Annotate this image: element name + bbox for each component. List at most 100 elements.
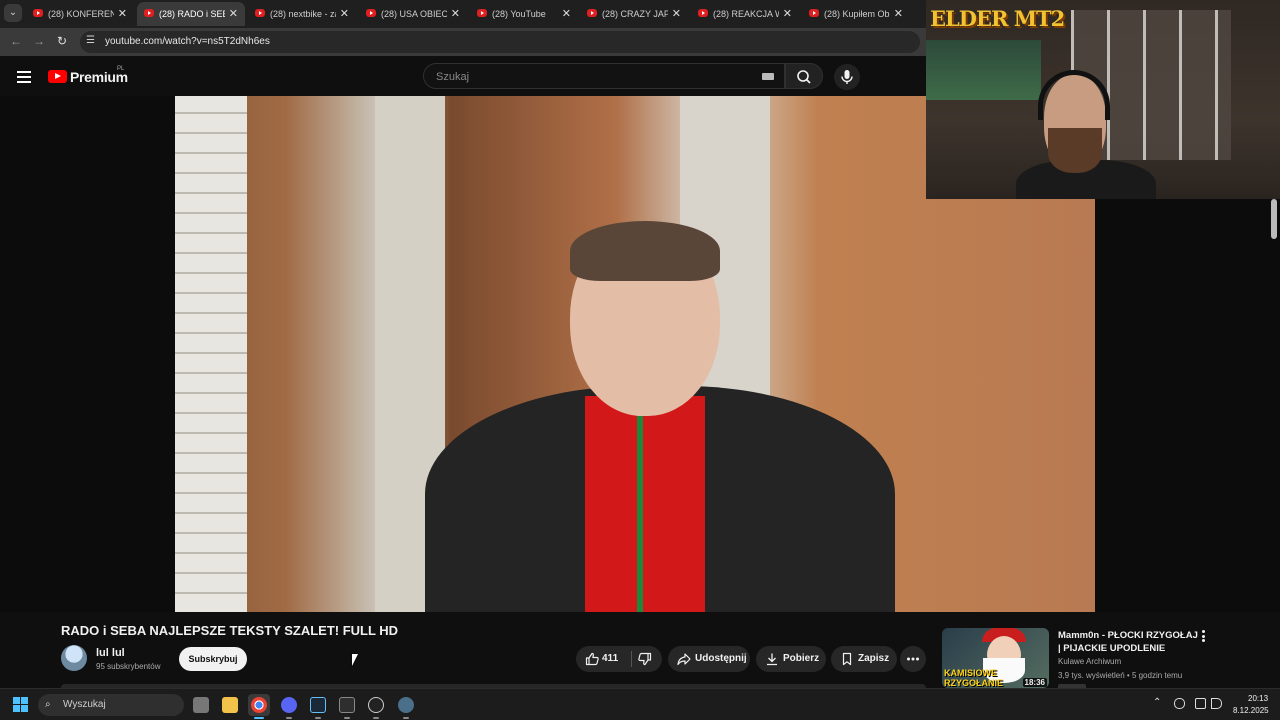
video-scene-brick-wall bbox=[175, 96, 247, 612]
url-text[interactable]: youtube.com/watch?v=ns5T2dNh6es bbox=[105, 36, 270, 47]
hamburger-menu-icon[interactable] bbox=[17, 71, 31, 86]
site-info-icon[interactable]: ☰ bbox=[86, 35, 95, 46]
save-label: Zapisz bbox=[858, 653, 890, 664]
browser-tab[interactable]: (28) USA OBIECUJ ✕ bbox=[359, 2, 467, 26]
download-button[interactable]: Pobierz bbox=[756, 646, 826, 672]
webcam-aquarium bbox=[926, 40, 1041, 100]
tab-title: (28) KONFERENCJA bbox=[48, 9, 114, 19]
youtube-favicon-icon bbox=[366, 9, 376, 17]
tab-title: (28) Kupiłem Ob bbox=[824, 9, 890, 19]
volume-icon[interactable] bbox=[1211, 698, 1222, 709]
download-label: Pobierz bbox=[783, 653, 820, 664]
browser-tab[interactable]: (28) CRAZY JAPAN ✕ bbox=[580, 2, 688, 26]
thumbs-down-icon[interactable] bbox=[638, 652, 652, 666]
browser-tab-strip: ⌄ (28) KONFERENCJA ✕ (28) RADO i SEBA ✕ … bbox=[0, 0, 926, 28]
network-icon[interactable] bbox=[1195, 698, 1206, 709]
settings-gear-icon[interactable] bbox=[395, 694, 417, 719]
youtube-favicon-icon bbox=[587, 9, 597, 17]
video-scene-person-hair bbox=[570, 221, 720, 281]
tray-chevron-up-icon[interactable]: ⌃ bbox=[1153, 697, 1161, 708]
excel-icon[interactable] bbox=[336, 694, 358, 719]
recommended-video-title[interactable]: Mamm0n - PŁOCKI RZYGOŁAJ | PIJACKIE UPOD… bbox=[1058, 629, 1198, 655]
tab-close-icon[interactable]: ✕ bbox=[451, 7, 460, 20]
youtube-play-icon bbox=[48, 70, 67, 83]
clock-time[interactable]: 20:13 bbox=[1248, 694, 1268, 703]
file-explorer-icon[interactable] bbox=[219, 694, 241, 716]
youtube-favicon-icon bbox=[33, 9, 43, 17]
search-button[interactable] bbox=[785, 63, 823, 89]
browser-tab[interactable]: (28) KONFERENCJA ✕ bbox=[26, 2, 134, 26]
share-button[interactable]: Udostępnij bbox=[668, 646, 750, 672]
tab-title: (28) USA OBIECUJ bbox=[381, 9, 447, 19]
tab-close-icon[interactable]: ✕ bbox=[229, 7, 238, 20]
webcam-overlay-logo: ELDER MT2 bbox=[930, 6, 1065, 31]
like-divider bbox=[631, 651, 632, 667]
recommended-channel-name[interactable]: Kulawe Archiwum bbox=[1058, 657, 1121, 666]
browser-tab-active[interactable]: (28) RADO i SEBA ✕ bbox=[137, 2, 245, 26]
tab-title: (28) nextbike - za bbox=[270, 9, 336, 19]
forward-arrow-icon[interactable]: → bbox=[33, 34, 45, 48]
streamer-webcam-overlay: ELDER MT2 bbox=[926, 0, 1280, 199]
like-dislike-group: 411 bbox=[576, 646, 662, 672]
video-title: RADO i SEBA NAJLEPSZE TEKSTY SZALET! FUL… bbox=[61, 623, 399, 638]
search-box bbox=[423, 63, 785, 89]
browser-tab[interactable]: (28) Kupiłem Ob ✕ bbox=[802, 2, 910, 26]
discord-icon[interactable] bbox=[278, 694, 300, 719]
youtube-favicon-icon bbox=[809, 9, 819, 17]
keyboard-icon[interactable] bbox=[762, 73, 774, 80]
task-view-icon[interactable] bbox=[190, 694, 212, 716]
search-input[interactable] bbox=[434, 68, 738, 86]
youtube-favicon-icon bbox=[255, 9, 265, 17]
tab-title: (28) RADO i SEBA bbox=[159, 9, 225, 19]
more-vertical-icon[interactable] bbox=[1198, 630, 1208, 644]
tab-close-icon[interactable]: ✕ bbox=[340, 7, 349, 20]
youtube-header: Premium PL bbox=[0, 56, 926, 96]
page-scrollbar[interactable] bbox=[1271, 199, 1277, 239]
video-scene-lanyard bbox=[637, 416, 643, 612]
share-arrow-icon bbox=[677, 653, 691, 666]
search-icon bbox=[797, 70, 811, 84]
video-duration-badge: 18:36 bbox=[1022, 678, 1047, 687]
bookmark-icon bbox=[842, 652, 852, 666]
webcam-streamer-beard bbox=[1048, 128, 1102, 173]
channel-avatar[interactable] bbox=[61, 645, 87, 671]
taskbar-search-placeholder: Wyszukaj bbox=[63, 699, 106, 710]
address-bar[interactable]: ☰ youtube.com/watch?v=ns5T2dNh6es bbox=[80, 31, 920, 53]
clock-date[interactable]: 8.12.2025 bbox=[1233, 706, 1269, 715]
taskbar-search[interactable]: ⌕ Wyszukaj bbox=[38, 694, 184, 716]
obs-icon[interactable] bbox=[365, 694, 387, 719]
windows-start-icon[interactable] bbox=[13, 697, 29, 713]
browser-tab[interactable]: (28) REAKCJA WA ✕ bbox=[691, 2, 799, 26]
microphone-tray-icon[interactable] bbox=[1174, 698, 1185, 709]
mouse-pointer-icon bbox=[352, 654, 358, 666]
thumbs-up-icon[interactable] bbox=[585, 652, 599, 666]
youtube-favicon-icon bbox=[698, 9, 708, 17]
like-count[interactable]: 411 bbox=[602, 646, 618, 672]
more-horizontal-icon bbox=[907, 657, 919, 661]
tab-close-icon[interactable]: ✕ bbox=[562, 7, 571, 20]
tab-search-chevron-icon[interactable]: ⌄ bbox=[4, 4, 22, 22]
more-actions-button[interactable] bbox=[900, 646, 926, 672]
back-arrow-icon[interactable]: ← bbox=[10, 34, 22, 48]
logo-region-code: PL bbox=[117, 66, 125, 72]
chrome-icon[interactable] bbox=[248, 694, 270, 719]
youtube-favicon-icon bbox=[477, 9, 487, 17]
channel-name[interactable]: lul lul bbox=[96, 647, 125, 659]
microphone-icon bbox=[841, 70, 853, 84]
browser-tab[interactable]: (28) YouTube ✕ bbox=[470, 2, 578, 26]
save-button[interactable]: Zapisz bbox=[831, 646, 897, 672]
steam-icon[interactable] bbox=[307, 694, 329, 719]
subscribe-button[interactable]: Subskrybuj bbox=[179, 647, 247, 671]
reload-icon[interactable]: ↻ bbox=[57, 34, 67, 48]
tab-close-icon[interactable]: ✕ bbox=[118, 7, 127, 20]
video-scene-person-shirt bbox=[585, 396, 705, 612]
tab-close-icon[interactable]: ✕ bbox=[894, 7, 903, 20]
share-label: Udostępnij bbox=[695, 653, 747, 664]
recommended-video-thumbnail[interactable]: KAMISIOWE RZYGOŁANIE 18:36 bbox=[942, 628, 1049, 688]
tab-close-icon[interactable]: ✕ bbox=[672, 7, 681, 20]
search-icon: ⌕ bbox=[45, 699, 51, 710]
browser-tab[interactable]: (28) nextbike - za ✕ bbox=[248, 2, 356, 26]
tab-close-icon[interactable]: ✕ bbox=[783, 7, 792, 20]
browser-toolbar: ← → ↻ ☰ youtube.com/watch?v=ns5T2dNh6es bbox=[0, 28, 926, 56]
voice-search-button[interactable] bbox=[834, 64, 860, 90]
